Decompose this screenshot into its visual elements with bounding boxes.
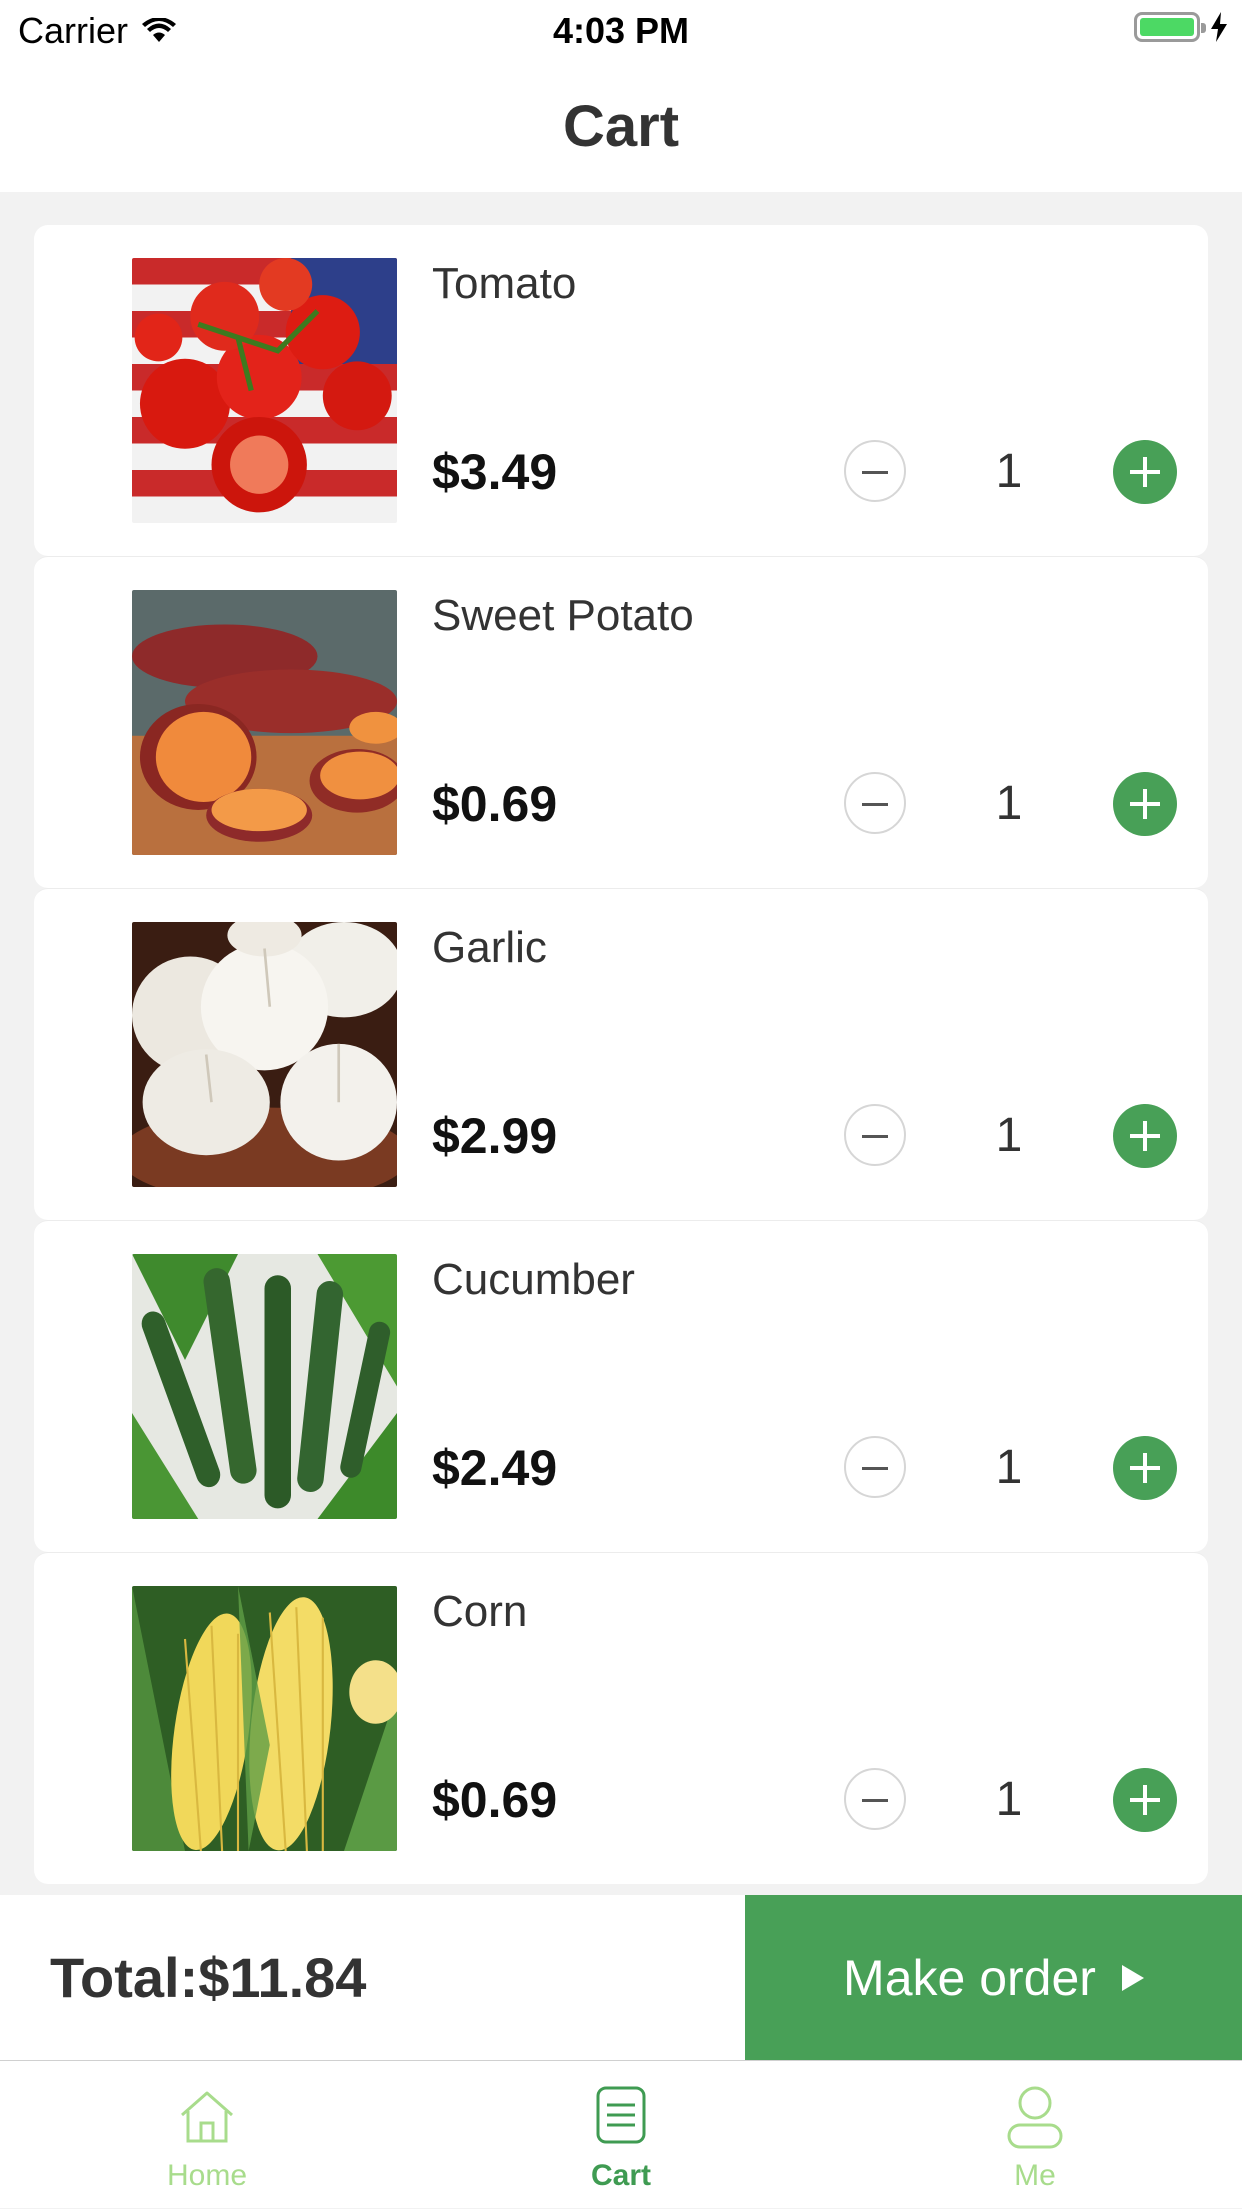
product-name: Sweet Potato [432,591,694,640]
status-bar: Carrier 4:03 PM [0,0,1242,60]
play-arrow-icon [1121,1964,1144,1991]
product-name: Garlic [432,923,547,972]
home-icon [181,2091,233,2143]
cart-item[interactable]: Tomato $3.49 1 [34,225,1208,556]
increase-quantity-button[interactable] [1113,1436,1177,1500]
cart-list[interactable]: Tomato $3.49 1 Sweet Potato $0.69 1 Garl… [34,225,1208,1884]
decrease-quantity-button[interactable] [844,772,906,834]
quantity-value: 1 [995,1773,1023,1826]
cart-total: Total:$11.84 [50,1946,367,2009]
cart-item[interactable]: Corn $0.69 1 [34,1552,1208,1884]
tab-me[interactable]: Me [828,2061,1242,2209]
product-price: $0.69 [432,1772,558,1828]
checkout-bar: Total:$11.84 Make order [0,1895,1242,2060]
quantity-stepper: 1 [844,772,1177,838]
increase-quantity-button[interactable] [1113,1768,1177,1832]
decrease-quantity-button[interactable] [844,1436,906,1498]
battery-icon [1134,12,1206,42]
product-image-corn [132,1586,397,1851]
product-image-garlic [132,922,397,1187]
quantity-value: 1 [995,1109,1023,1162]
make-order-button[interactable]: Make order [745,1895,1242,2060]
tab-me-label: Me [1014,2159,1056,2192]
product-image-sweet-potato [132,590,397,855]
tab-cart[interactable]: Cart [414,2061,828,2209]
increase-quantity-button[interactable] [1113,440,1177,504]
product-name: Cucumber [432,1255,635,1304]
increase-quantity-button[interactable] [1113,1104,1177,1168]
quantity-stepper: 1 [844,1768,1177,1834]
cart-item[interactable]: Sweet Potato $0.69 1 [34,556,1208,888]
tab-home[interactable]: Home [0,2061,414,2209]
product-image-tomato [132,258,397,523]
product-image-cucumber [132,1254,397,1519]
tab-cart-label: Cart [590,2159,651,2192]
quantity-value: 1 [995,445,1023,498]
product-name: Tomato [432,259,577,308]
quantity-stepper: 1 [844,1104,1177,1170]
charging-bolt-icon [1211,12,1227,42]
quantity-value: 1 [995,1441,1023,1494]
status-battery-group [1134,12,1228,42]
product-price: $2.49 [432,1440,558,1496]
quantity-value: 1 [995,777,1023,830]
decrease-quantity-button[interactable] [844,440,906,502]
tab-bar: Home Cart Me [0,2060,1242,2208]
product-price: $2.99 [432,1108,558,1164]
cart-item[interactable]: Garlic $2.99 1 [34,888,1208,1220]
page-title: Cart [562,93,680,159]
product-price: $3.49 [432,444,558,500]
product-name: Corn [432,1587,528,1636]
status-time: 4:03 PM [552,10,690,51]
cart-item[interactable]: Cucumber $2.49 1 [34,1220,1208,1552]
product-price: $0.69 [432,776,558,832]
nav-header: Cart [0,60,1242,192]
increase-quantity-button[interactable] [1113,772,1177,836]
make-order-label: Make order [843,1949,1096,2006]
cart-list-icon [596,2086,646,2144]
quantity-stepper: 1 [844,1436,1177,1502]
decrease-quantity-button[interactable] [844,1768,906,1830]
tab-home-label: Home [166,2159,248,2192]
quantity-stepper: 1 [844,440,1177,506]
person-icon [1007,2086,1063,2149]
decrease-quantity-button[interactable] [844,1104,906,1166]
